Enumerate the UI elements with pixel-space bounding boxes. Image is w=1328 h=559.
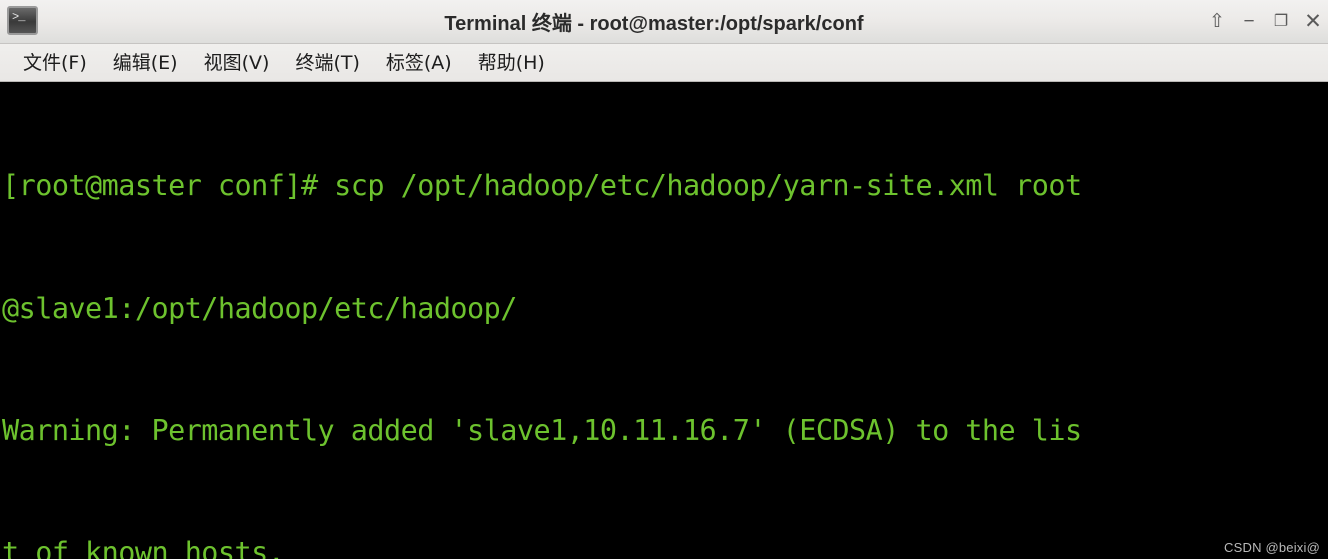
maximize-icon[interactable]: ❐ [1266, 7, 1296, 37]
terminal-output: [root@master conf]# scp /opt/hadoop/etc/… [2, 85, 1328, 559]
menu-item-file[interactable]: 文件(F) [10, 46, 100, 79]
menu-item-help[interactable]: 帮助(H) [465, 46, 558, 79]
window-title: Terminal 终端 - root@master:/opt/spark/con… [444, 13, 864, 35]
menu-bar: 文件(F) 编辑(E) 视图(V) 终端(T) 标签(A) 帮助(H) [0, 44, 1328, 82]
terminal-line: Warning: Permanently added 'slave1,10.11… [2, 413, 1082, 447]
close-icon[interactable]: ✕ [1298, 7, 1328, 37]
watermark: CSDN @beixi@ [1224, 540, 1320, 555]
terminal-line: @slave1:/opt/hadoop/etc/hadoop/ [2, 291, 517, 325]
terminal-screen[interactable]: [root@master conf]# scp /opt/hadoop/etc/… [0, 82, 1328, 559]
menu-item-view[interactable]: 视图(V) [191, 46, 283, 79]
menu-item-tabs[interactable]: 标签(A) [373, 46, 465, 79]
terminal-icon: >_ [7, 6, 38, 35]
minimize-icon[interactable]: − [1234, 7, 1264, 37]
window-controls: ⇧ − ❐ ✕ [1202, 0, 1324, 43]
terminal-line: t of known hosts. [2, 535, 285, 559]
menu-item-terminal[interactable]: 终端(T) [282, 46, 372, 79]
title-bar[interactable]: >_ Terminal 终端 - root@master:/opt/spark/… [0, 0, 1328, 44]
shade-icon[interactable]: ⇧ [1202, 7, 1232, 37]
terminal-line: [root@master conf]# scp /opt/hadoop/etc/… [2, 169, 1082, 203]
terminal-icon-glyph: >_ [12, 10, 25, 24]
menu-item-edit[interactable]: 编辑(E) [100, 46, 191, 79]
terminal-window: >_ Terminal 终端 - root@master:/opt/spark/… [0, 0, 1328, 559]
